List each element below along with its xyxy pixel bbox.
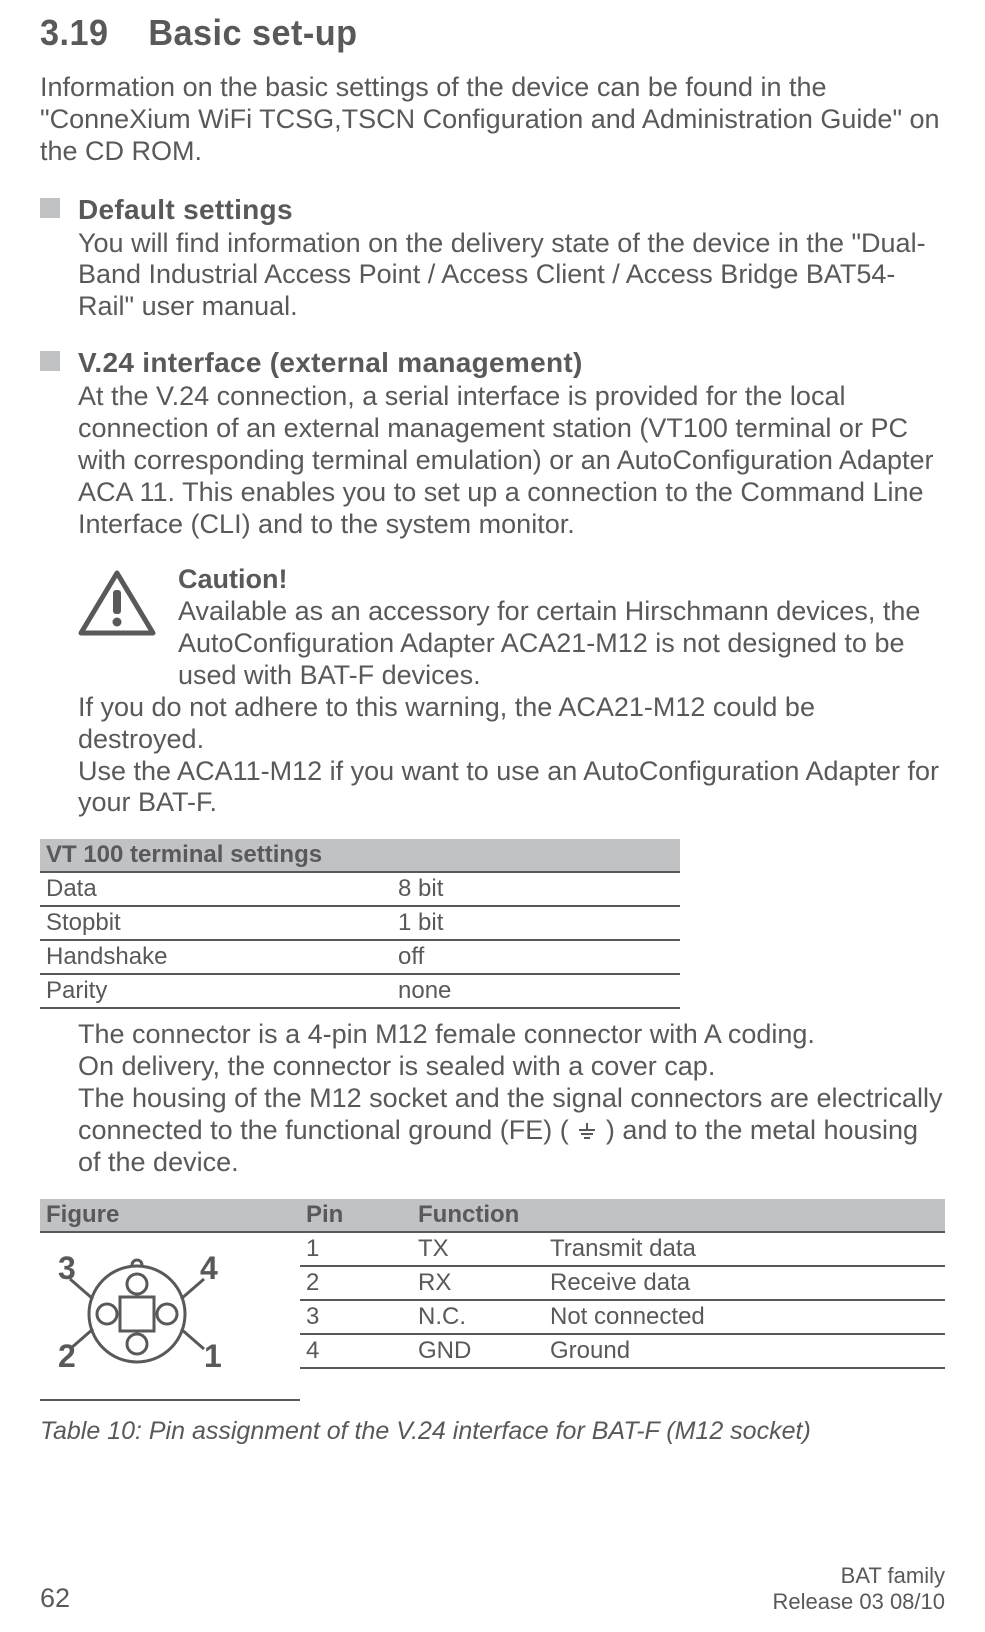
caution-title: Caution! xyxy=(178,564,945,596)
pin-label-4: 4 xyxy=(200,1250,218,1286)
pin-header-function: Function xyxy=(412,1199,945,1232)
table-caption: Table 10: Pin assignment of the V.24 int… xyxy=(40,1417,945,1446)
pin-desc: Not connected xyxy=(544,1300,945,1334)
table-row: Handshake off xyxy=(40,940,680,974)
vt100-value: 1 bit xyxy=(392,906,680,940)
pin-number: 1 xyxy=(300,1233,412,1266)
pin-header-figure: Figure xyxy=(40,1199,300,1232)
subsection-body: At the V.24 connection, a serial interfa… xyxy=(78,381,945,540)
section-number: 3.19 xyxy=(40,12,108,53)
pin-number: 3 xyxy=(300,1300,412,1334)
bullet-icon xyxy=(40,198,60,218)
pin-desc: Receive data xyxy=(544,1266,945,1300)
pin-label-1: 1 xyxy=(204,1338,222,1374)
section-heading: 3.19 Basic set-up xyxy=(40,12,900,54)
intro-paragraph: Information on the basic settings of the… xyxy=(40,72,945,168)
subsection-title: V.24 interface (external management) xyxy=(78,347,583,378)
pin-desc: Transmit data xyxy=(544,1233,945,1266)
pin-assignment-table: Figure Pin Function xyxy=(40,1199,945,1401)
vt100-settings-table: VT 100 terminal settings Data 8 bit Stop… xyxy=(40,839,680,1009)
connector-description: The connector is a 4-pin M12 female conn… xyxy=(78,1019,945,1178)
table-row: Parity none xyxy=(40,974,680,1008)
pin-header-pin: Pin xyxy=(300,1199,412,1232)
pin-label-3: 3 xyxy=(58,1250,76,1286)
caution-para: If you do not adhere to this warning, th… xyxy=(78,692,945,756)
pin-signal: TX xyxy=(412,1233,544,1266)
vt100-header: VT 100 terminal settings xyxy=(40,839,680,872)
pin-desc: Ground xyxy=(544,1334,945,1368)
table-row: 3 N.C. Not connected xyxy=(300,1300,945,1334)
vt100-value: off xyxy=(392,940,680,974)
table-row: 4 GND Ground xyxy=(300,1334,945,1368)
subsection-body: You will find information on the deliver… xyxy=(78,228,945,324)
connector-p1: The connector is a 4-pin M12 female conn… xyxy=(78,1019,945,1051)
vt100-label: Handshake xyxy=(40,940,392,974)
caution-para: Use the ACA11-M12 if you want to use an … xyxy=(78,756,945,820)
table-row: 2 RX Receive data xyxy=(300,1266,945,1300)
table-row: Data 8 bit xyxy=(40,872,680,906)
vt100-value: 8 bit xyxy=(392,872,680,906)
vt100-label: Parity xyxy=(40,974,392,1008)
page-footer: 62 BAT family Release 03 08/10 xyxy=(40,1563,945,1614)
subsection-title: Default settings xyxy=(78,194,293,225)
footer-line1: BAT family xyxy=(773,1563,945,1588)
pin-number: 2 xyxy=(300,1266,412,1300)
connector-figure-icon: 3 4 2 1 xyxy=(52,1239,222,1389)
vt100-label: Stopbit xyxy=(40,906,392,940)
table-row: Stopbit 1 bit xyxy=(40,906,680,940)
pin-number: 4 xyxy=(300,1334,412,1368)
caution-para: Available as an accessory for certain Hi… xyxy=(178,596,945,692)
pin-signal: RX xyxy=(412,1266,544,1300)
vt100-label: Data xyxy=(40,872,392,906)
footer-line2: Release 03 08/10 xyxy=(773,1589,945,1614)
pin-signal: GND xyxy=(412,1334,544,1368)
table-row: 1 TX Transmit data xyxy=(300,1233,945,1266)
bullet-icon xyxy=(40,351,60,371)
page-number: 62 xyxy=(40,1583,70,1614)
section-title-text: Basic set-up xyxy=(148,12,357,53)
connector-p2: On delivery, the connector is sealed wit… xyxy=(78,1051,945,1083)
pin-label-2: 2 xyxy=(58,1338,76,1374)
caution-block: Caution! Available as an accessory for c… xyxy=(78,564,945,819)
ground-icon xyxy=(576,1115,606,1145)
warning-icon xyxy=(78,570,156,644)
vt100-value: none xyxy=(392,974,680,1008)
pin-signal: N.C. xyxy=(412,1300,544,1334)
